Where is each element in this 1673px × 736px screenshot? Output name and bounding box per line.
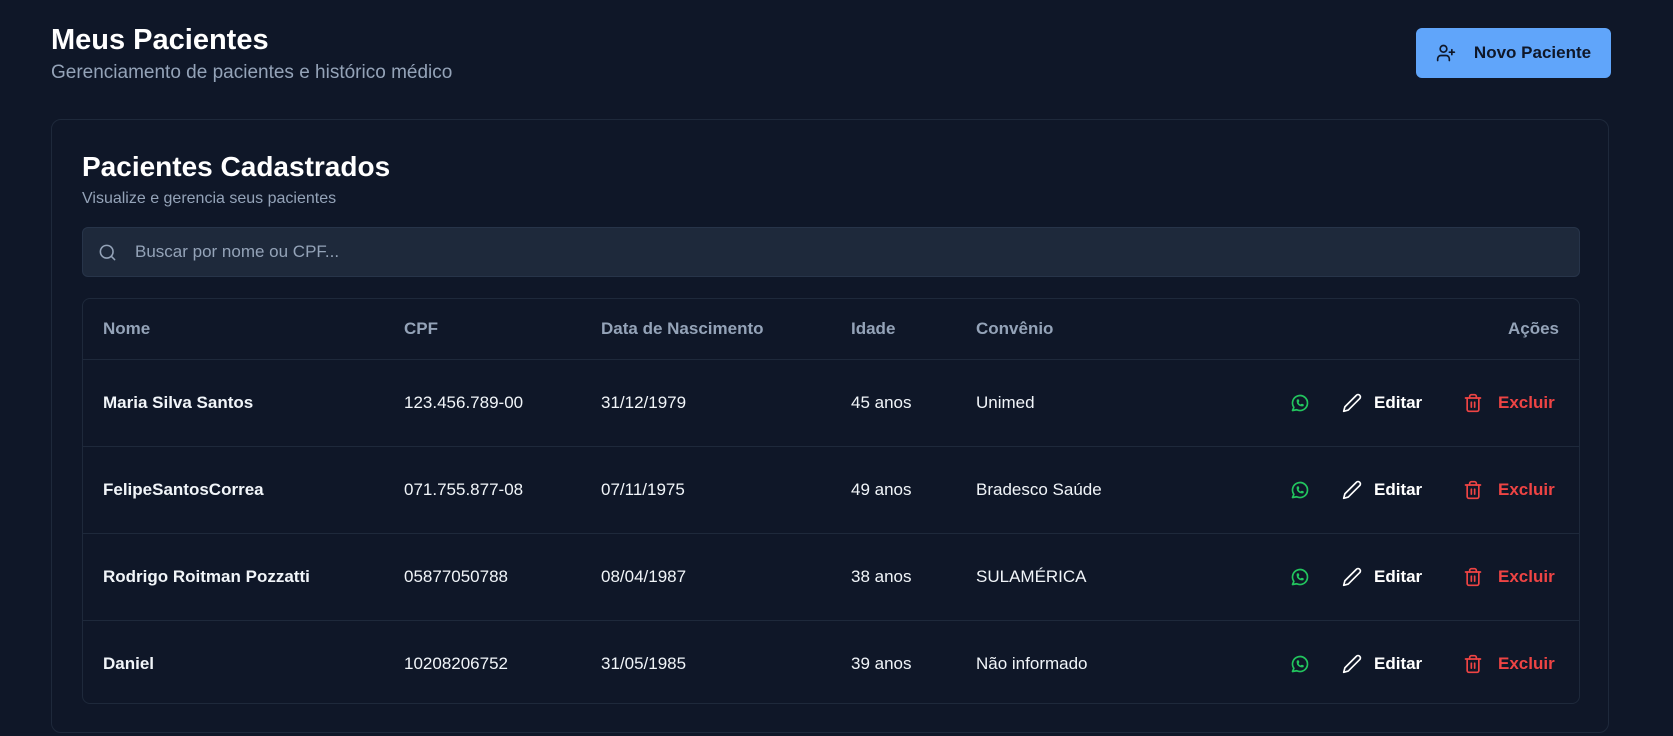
delete-button[interactable]: Excluir: [1463, 559, 1555, 595]
whatsapp-button[interactable]: [1286, 650, 1314, 678]
table-body: Maria Silva Santos 123.456.789-00 31/12/…: [83, 360, 1579, 703]
card-subtitle: Visualize e gerencia seus pacientes: [82, 190, 337, 207]
patient-birth-date: 31/05/1985: [601, 654, 687, 673]
pencil-icon: [1342, 567, 1362, 587]
whatsapp-button[interactable]: [1286, 563, 1314, 591]
whatsapp-icon: [1290, 654, 1310, 674]
edit-button[interactable]: Editar: [1342, 646, 1422, 682]
trash-icon: [1463, 480, 1483, 500]
search-icon: [97, 242, 117, 262]
search-box: [82, 227, 1580, 277]
patient-insurance: Não informado: [976, 654, 1088, 673]
pencil-icon: [1342, 654, 1362, 674]
table-row: Rodrigo Roitman Pozzatti 05877050788 08/…: [83, 534, 1579, 621]
delete-label: Excluir: [1498, 654, 1555, 673]
patient-age: 45 anos: [851, 393, 912, 412]
patient-name: Rodrigo Roitman Pozzatti: [103, 567, 310, 586]
patient-age: 38 anos: [851, 567, 912, 586]
pencil-icon: [1342, 480, 1362, 500]
row-actions: Editar Excluir: [1259, 360, 1579, 446]
trash-icon: [1463, 654, 1483, 674]
delete-button[interactable]: Excluir: [1463, 385, 1555, 421]
patient-insurance: Unimed: [976, 393, 1035, 412]
table-row: Daniel 10208206752 31/05/1985 39 anos Nã…: [83, 621, 1579, 703]
column-header-birth-date: Data de Nascimento: [601, 319, 764, 338]
edit-label: Editar: [1374, 480, 1423, 499]
whatsapp-button[interactable]: [1286, 389, 1314, 417]
row-actions: Editar Excluir: [1259, 621, 1579, 703]
page-title: Meus Pacientes: [51, 24, 269, 56]
patient-age: 39 anos: [851, 654, 912, 673]
trash-icon: [1463, 393, 1483, 413]
row-actions: Editar Excluir: [1259, 447, 1579, 533]
patients-table: Nome CPF Data de Nascimento Idade Convên…: [82, 298, 1580, 704]
page-header: Meus Pacientes Gerenciamento de paciente…: [51, 20, 452, 84]
delete-label: Excluir: [1498, 567, 1555, 586]
new-patient-label: Novo Paciente: [1473, 43, 1592, 62]
delete-label: Excluir: [1498, 393, 1555, 412]
patient-age: 49 anos: [851, 480, 912, 499]
card-title: Pacientes Cadastrados: [82, 151, 391, 182]
patient-insurance: SULAMÉRICA: [976, 567, 1087, 586]
patient-birth-date: 08/04/1987: [601, 567, 687, 586]
edit-button[interactable]: Editar: [1342, 559, 1422, 595]
patient-cpf: 071.755.877-08: [404, 480, 524, 499]
patients-page: Meus Pacientes Gerenciamento de paciente…: [0, 0, 1673, 736]
row-actions: Editar Excluir: [1259, 534, 1579, 620]
whatsapp-icon: [1290, 567, 1310, 587]
patient-insurance: Bradesco Saúde: [976, 480, 1102, 499]
patient-birth-date: 31/12/1979: [601, 393, 687, 412]
search-input[interactable]: [133, 241, 1579, 263]
column-header-insurance: Convênio: [976, 319, 1054, 338]
delete-button[interactable]: Excluir: [1463, 646, 1555, 682]
edit-label: Editar: [1374, 393, 1423, 412]
patients-card: Pacientes Cadastrados Visualize e gerenc…: [51, 119, 1609, 733]
patient-cpf: 10208206752: [404, 654, 509, 673]
table-row: FelipeSantosCorrea 071.755.877-08 07/11/…: [83, 447, 1579, 534]
edit-label: Editar: [1374, 567, 1423, 586]
whatsapp-icon: [1290, 480, 1310, 500]
patient-cpf: 123.456.789-00: [404, 393, 524, 412]
patient-name: FelipeSantosCorrea: [103, 480, 264, 499]
patient-cpf: 05877050788: [404, 567, 509, 586]
edit-button[interactable]: Editar: [1342, 472, 1422, 508]
trash-icon: [1463, 567, 1483, 587]
edit-label: Editar: [1374, 654, 1423, 673]
pencil-icon: [1342, 393, 1362, 413]
patient-name: Daniel: [103, 654, 155, 673]
delete-label: Excluir: [1498, 480, 1555, 499]
new-patient-button[interactable]: Novo Paciente: [1416, 28, 1611, 78]
table-row: Maria Silva Santos 123.456.789-00 31/12/…: [83, 360, 1579, 447]
column-header-age: Idade: [851, 319, 896, 338]
whatsapp-button[interactable]: [1286, 476, 1314, 504]
column-header-name: Nome: [103, 319, 151, 338]
whatsapp-icon: [1290, 393, 1310, 413]
edit-button[interactable]: Editar: [1342, 385, 1422, 421]
column-header-actions: Ações: [1507, 319, 1559, 338]
user-plus-icon: [1436, 43, 1456, 63]
column-header-cpf: CPF: [404, 319, 438, 338]
page-subtitle: Gerenciamento de pacientes e histórico m…: [51, 62, 453, 83]
patient-birth-date: 07/11/1975: [601, 480, 685, 499]
patient-name: Maria Silva Santos: [103, 393, 254, 412]
delete-button[interactable]: Excluir: [1463, 472, 1555, 508]
table-header: Nome CPF Data de Nascimento Idade Convên…: [83, 299, 1579, 360]
